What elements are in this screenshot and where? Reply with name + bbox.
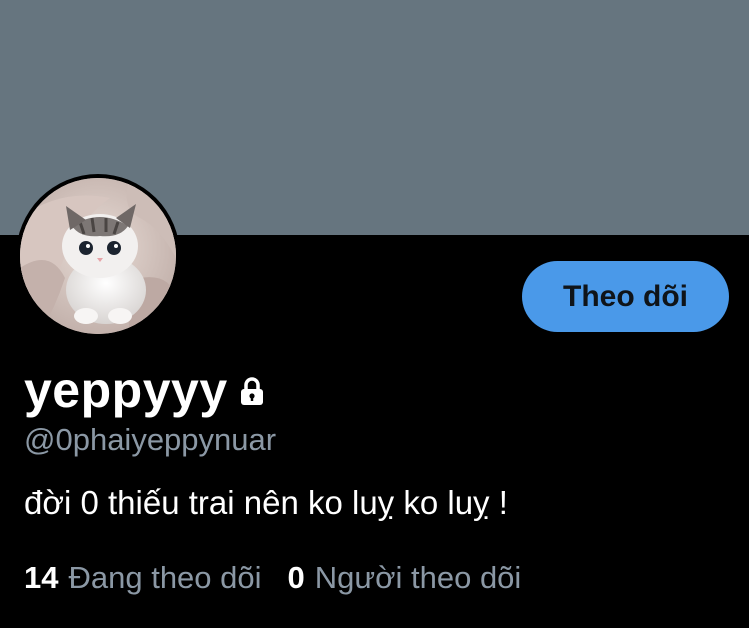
display-name-row: yeppyyy bbox=[24, 360, 268, 420]
profile-stats: 14 Đang theo dõi 0 Người theo dõi bbox=[24, 558, 521, 598]
avatar-image bbox=[20, 178, 176, 334]
followers-count: 0 bbox=[287, 560, 305, 595]
profile-page: Theo dõi yeppyyy @0phaiyeppynuar đời 0 t… bbox=[0, 0, 749, 628]
profile-avatar[interactable] bbox=[16, 174, 180, 338]
display-name: yeppyyy bbox=[24, 362, 228, 418]
followers-label: Người theo dõi bbox=[314, 560, 522, 595]
followers-stat[interactable]: 0 Người theo dõi bbox=[288, 558, 522, 598]
following-stat[interactable]: 14 Đang theo dõi bbox=[24, 558, 262, 598]
profile-bio: đời 0 thiếu trai nên ko luỵ ko luỵ ! bbox=[24, 484, 508, 521]
lock-icon bbox=[236, 375, 268, 407]
following-count: 14 bbox=[24, 560, 59, 595]
profile-handle: @0phaiyeppynuar bbox=[24, 422, 277, 457]
following-label: Đang theo dõi bbox=[68, 560, 262, 595]
follow-button[interactable]: Theo dõi bbox=[522, 261, 729, 332]
cat-avatar-icon bbox=[20, 178, 176, 334]
